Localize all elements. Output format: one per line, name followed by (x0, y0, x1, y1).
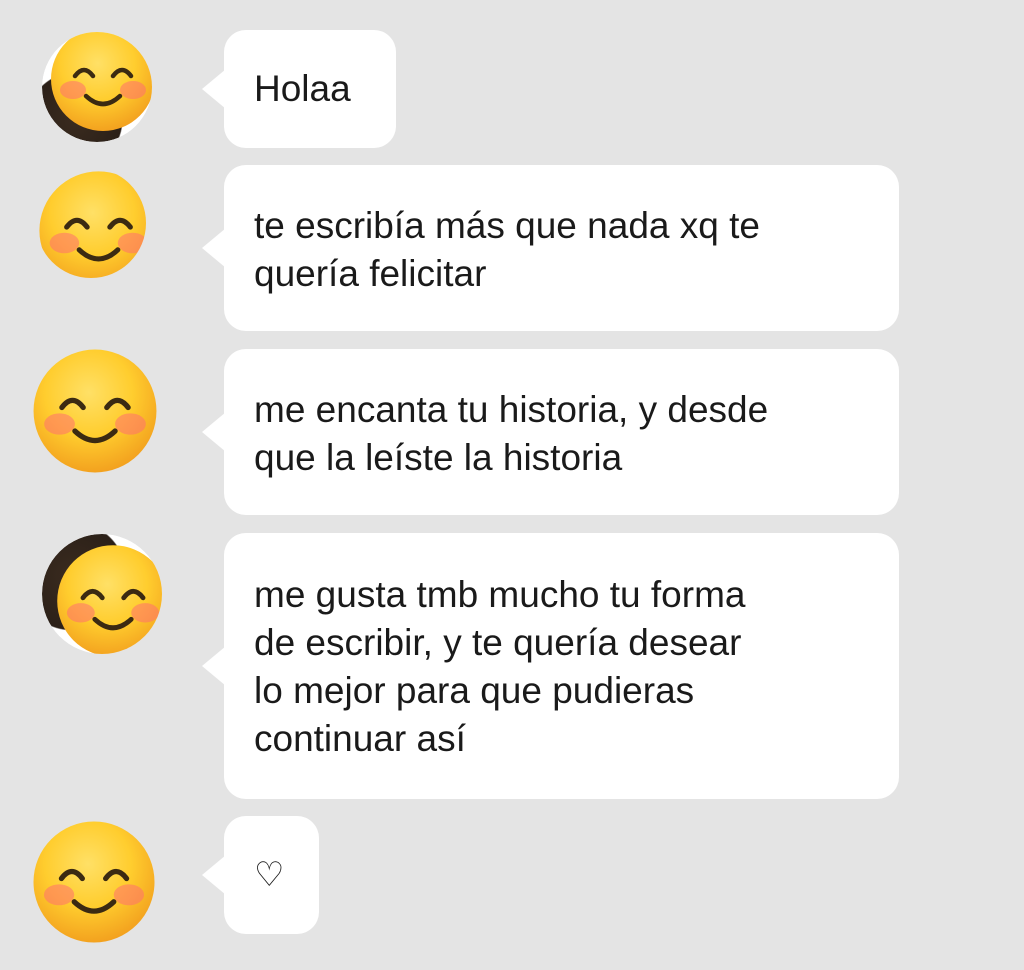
message-text: te escribía más que nada xq te (254, 205, 760, 246)
smiling-face-emoji-icon (33, 821, 155, 943)
avatar[interactable] (30, 818, 160, 948)
message-bubble[interactable]: te escribía más que nada xq te quería fe… (202, 165, 899, 331)
avatar[interactable] (36, 168, 146, 278)
smiling-face-emoji-icon (39, 171, 146, 278)
message-bubble[interactable]: ♡ (202, 816, 319, 934)
chat-thread: Holaa te escribía más que nada xq te que… (0, 0, 1024, 970)
message-bubble[interactable]: me gusta tmb mucho tu forma de escribir,… (202, 533, 899, 799)
smiling-face-emoji-icon (33, 349, 157, 473)
message-text: Holaa (254, 68, 351, 109)
message-text: lo mejor para que pudieras (254, 670, 695, 711)
message-text: quería felicitar (254, 253, 487, 294)
smiling-face-emoji-icon (51, 32, 152, 131)
message-bubble[interactable]: Holaa (202, 30, 396, 148)
message-text: de escribir, y te quería desear (254, 622, 742, 663)
message-text: continuar así (254, 718, 466, 759)
message-bubble[interactable]: me encanta tu historia, y desde que la l… (202, 349, 899, 515)
message-text: me encanta tu historia, y desde (254, 389, 769, 430)
heart-message-text: ♡ (254, 855, 285, 895)
avatar[interactable] (42, 32, 152, 142)
smiling-face-emoji-icon (57, 545, 162, 654)
message-text: me gusta tmb mucho tu forma (254, 574, 746, 615)
message-text: que la leíste la historia (254, 437, 623, 478)
avatar[interactable] (42, 534, 162, 654)
avatar[interactable] (30, 346, 160, 476)
